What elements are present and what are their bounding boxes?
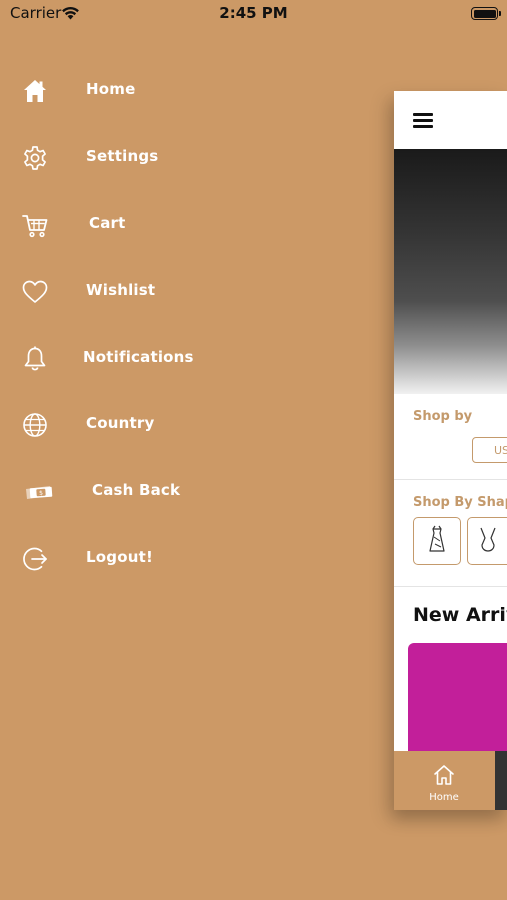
home-outline-icon — [434, 765, 454, 785]
menu-item-cart[interactable]: Cart — [0, 202, 380, 246]
menu-label-wishlist: Wishlist — [86, 281, 156, 299]
bell-icon — [24, 346, 46, 371]
tab-next[interactable] — [495, 751, 507, 810]
gear-icon — [24, 146, 46, 170]
shop-by-shape-label: Shop By Shap — [413, 495, 507, 510]
battery-icon — [471, 7, 501, 20]
menu-label-settings: Settings — [86, 147, 159, 165]
cart-icon — [22, 215, 48, 238]
menu-item-notifications[interactable]: Notifications — [0, 336, 380, 380]
menu-label-cash-back: Cash Back — [92, 481, 181, 499]
menu-label-home: Home — [86, 80, 136, 98]
divider — [394, 586, 507, 587]
dress-shape-icon — [429, 525, 445, 552]
tab-home[interactable]: Home — [394, 751, 494, 810]
hero-banner[interactable] — [394, 149, 507, 394]
menu-item-country[interactable]: Country — [0, 402, 380, 446]
bodycon-shape-icon — [480, 527, 496, 552]
clock: 2:45 PM — [219, 4, 288, 22]
menu-item-cash-back[interactable]: $ Cash Back — [0, 469, 380, 513]
tab-home-label: Home — [429, 792, 459, 803]
shape-option-bodycon[interactable] — [467, 517, 507, 565]
cash-icon: $ — [26, 486, 53, 499]
heart-icon — [22, 280, 48, 303]
shop-by-label: Shop by — [413, 409, 473, 424]
new-arrivals-heading: New Arriv — [413, 604, 507, 626]
menu-item-logout[interactable]: Logout! — [0, 536, 380, 580]
menu-label-notifications: Notifications — [83, 348, 194, 366]
menu-item-wishlist[interactable]: Wishlist — [0, 269, 380, 313]
menu-item-home[interactable]: Home — [0, 68, 380, 112]
menu-label-logout: Logout! — [86, 548, 153, 566]
shape-option-dress[interactable] — [413, 517, 461, 565]
globe-icon — [23, 413, 47, 437]
currency-chip[interactable]: US — [472, 437, 507, 463]
hamburger-menu-icon[interactable] — [413, 113, 433, 128]
bottom-tab-bar: Home — [394, 751, 507, 810]
menu-label-country: Country — [86, 414, 155, 432]
divider — [394, 479, 507, 480]
menu-label-cart: Cart — [89, 214, 126, 232]
currency-chip-label: US — [494, 444, 507, 457]
logout-icon — [23, 547, 47, 571]
app-preview-panel[interactable]: Shop by US Shop By Shap New Arriv Home — [394, 91, 507, 810]
home-icon — [24, 80, 46, 102]
menu-item-settings[interactable]: Settings — [0, 135, 380, 179]
product-card[interactable] — [408, 643, 507, 753]
svg-text:$: $ — [39, 490, 43, 497]
status-bar: Carrier 2:45 PM — [0, 0, 507, 28]
